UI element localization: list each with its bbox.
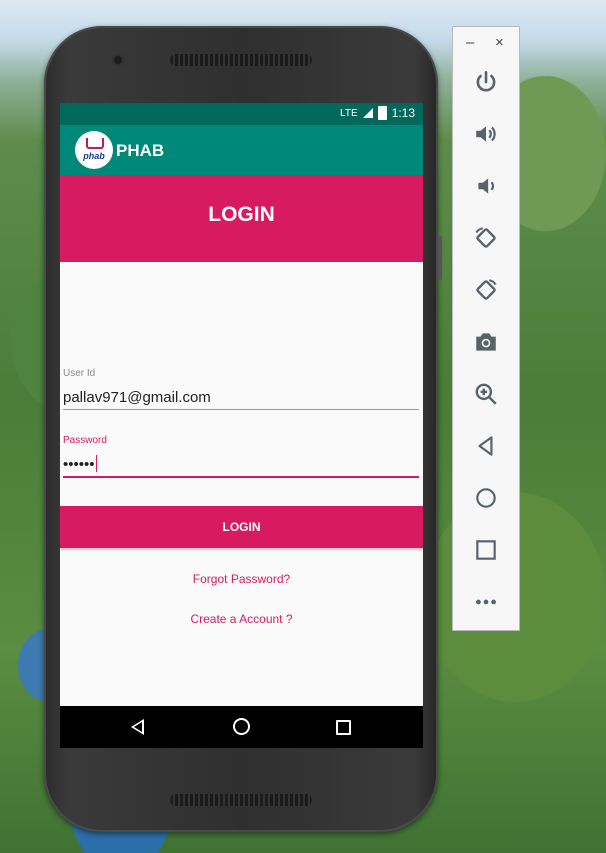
create-account-link[interactable]: Create a Account ? [60,612,423,626]
battery-icon [377,106,387,120]
clock: 1:13 [391,106,415,120]
earpiece-speaker [170,54,312,66]
more-icon[interactable] [471,587,501,617]
rotate-right-icon[interactable] [471,275,501,305]
login-button[interactable]: LOGIN [60,506,423,548]
emulator-toolbar: – × [452,26,520,631]
login-banner: LOGIN [60,175,423,262]
power-icon[interactable] [471,67,501,97]
user-id-input[interactable]: pallav971@gmail.com [63,389,211,406]
back-icon[interactable] [471,431,501,461]
password-dots: •••••• [63,456,95,473]
cart-icon [86,138,104,149]
nav-back-icon[interactable] [131,719,144,735]
status-bar: LTE 1:13 [60,103,423,125]
text-cursor [95,455,97,472]
volume-down-icon[interactable] [471,171,501,201]
rotate-left-icon[interactable] [471,223,501,253]
volume-up-icon[interactable] [471,119,501,149]
password-underline [63,476,419,478]
user-id-underline [63,409,419,410]
nav-overview-icon[interactable] [336,720,351,735]
overview-icon[interactable] [471,535,501,565]
home-icon[interactable] [471,483,501,513]
password-label: Password [63,435,107,446]
app-bar: phab PHAB [60,125,423,175]
navigation-bar [60,706,423,748]
nav-home-icon[interactable] [233,718,250,735]
app-logo: phab [75,131,113,169]
close-icon[interactable]: × [495,34,504,51]
zoom-icon[interactable] [471,379,501,409]
network-type: LTE [340,107,358,119]
side-button [438,236,442,280]
bottom-speaker [170,794,312,806]
camera-icon[interactable] [471,327,501,357]
banner-title: LOGIN [208,203,275,226]
forgot-password-link[interactable]: Forgot Password? [60,572,423,586]
app-title: PHAB [116,141,165,160]
minimize-icon[interactable]: – [466,34,474,51]
signal-icon [362,108,373,118]
logo-text: phab [83,151,105,161]
password-input[interactable]: •••••• [63,455,97,473]
front-camera [112,54,124,66]
user-id-label: User Id [63,368,96,379]
device-screen: LTE 1:13 phab PHAB LOGIN User Id pallav9… [60,103,423,748]
